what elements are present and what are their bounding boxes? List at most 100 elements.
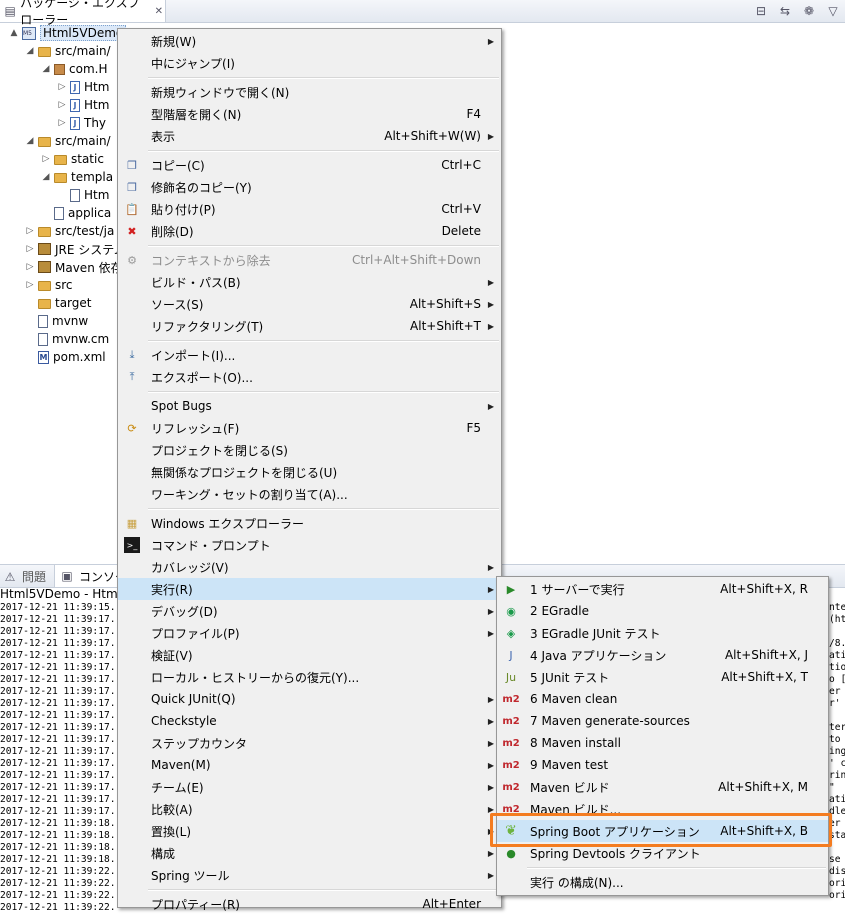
- expand-toggle-icon[interactable]: ▷: [24, 262, 36, 272]
- tree-item[interactable]: ▷ J Htm: [56, 78, 110, 96]
- menu-item[interactable]: ◉ 2 EGradle: [497, 600, 828, 622]
- tree-item[interactable]: ▷ src/test/ja: [24, 222, 115, 240]
- tree-item[interactable]: mvnw.cm: [24, 330, 109, 348]
- focus-task-icon[interactable]: ❁: [801, 3, 817, 19]
- menu-item[interactable]: m2 6 Maven clean: [497, 688, 828, 710]
- tree-item[interactable]: Htm: [56, 186, 109, 204]
- menu-item[interactable]: 型階層を開く(N) F4: [118, 103, 501, 125]
- menu-item-label: 置換(L): [151, 824, 192, 839]
- tree-item[interactable]: ◢ com.H: [40, 60, 108, 78]
- menu-item[interactable]: ⟳ リフレッシュ(F) F5: [118, 417, 501, 439]
- close-icon[interactable]: ✕: [153, 3, 165, 19]
- menu-item[interactable]: Spring ツール ▶: [118, 864, 501, 886]
- tree-item[interactable]: ◢ templa: [40, 168, 114, 186]
- menu-item[interactable]: Maven(M) ▶: [118, 754, 501, 776]
- menu-item[interactable]: Spot Bugs ▶: [118, 395, 501, 417]
- menu-item[interactable]: ステップカウンタ ▶: [118, 732, 501, 754]
- menu-item[interactable]: ⤒ エクスポート(O)...: [118, 366, 501, 388]
- tree-item[interactable]: applica: [40, 204, 111, 222]
- menu-item[interactable]: 実行(R) ▶: [118, 578, 501, 600]
- menu-item[interactable]: ⤓ インポート(I)...: [118, 344, 501, 366]
- menu-item[interactable]: m2 7 Maven generate-sources: [497, 710, 828, 732]
- menu-item[interactable]: 中にジャンプ(I): [118, 52, 501, 74]
- menu-item[interactable]: ✖ 削除(D) Delete: [118, 220, 501, 242]
- menu-item[interactable]: m2 Maven ビルド Alt+Shift+X, M: [497, 776, 828, 798]
- menu-item[interactable]: ビルド・パス(B) ▶: [118, 271, 501, 293]
- submenu-arrow-icon: ▶: [487, 716, 494, 726]
- menu-item[interactable]: カバレッジ(V) ▶: [118, 556, 501, 578]
- menu-item[interactable]: デバッグ(D) ▶: [118, 600, 501, 622]
- menu-item-shortcut: Alt+Shift+S: [409, 297, 481, 311]
- menu-item[interactable]: ❐ 修飾名のコピー(Y): [118, 176, 501, 198]
- menu-item[interactable]: 比較(A) ▶: [118, 798, 501, 820]
- menu-item[interactable]: プロジェクトを閉じる(S): [118, 439, 501, 461]
- tree-item-label: com.H: [69, 62, 108, 76]
- menu-item[interactable]: チーム(E) ▶: [118, 776, 501, 798]
- expand-toggle-icon[interactable]: ▷: [24, 280, 36, 290]
- expand-toggle-icon[interactable]: ▷: [40, 154, 52, 164]
- menu-item-label: 削除(D): [151, 224, 194, 239]
- menu-item[interactable]: m2 8 Maven install: [497, 732, 828, 754]
- tree-item[interactable]: Mpom.xml: [24, 348, 106, 366]
- menu-item[interactable]: 構成 ▶: [118, 842, 501, 864]
- tree-item[interactable]: ▷ Maven 依存: [24, 258, 123, 276]
- menu-item[interactable]: プロファイル(P) ▶: [118, 622, 501, 644]
- expand-toggle-icon[interactable]: ◢: [40, 172, 52, 182]
- console-line: 2017-12-21 11:39:18.: [0, 842, 116, 853]
- expand-toggle-icon[interactable]: ▷: [24, 226, 36, 236]
- view-menu-icon[interactable]: ▽: [825, 3, 841, 19]
- menu-item[interactable]: Ju 5 JUnit テスト Alt+Shift+X, T: [497, 666, 828, 688]
- expand-toggle-icon[interactable]: ▷: [56, 100, 68, 110]
- m2-icon: m2: [502, 693, 520, 705]
- menu-item[interactable]: 📋 貼り付け(P) Ctrl+V: [118, 198, 501, 220]
- console-line-tail: (ht: [829, 614, 845, 625]
- tree-item[interactable]: mvnw: [24, 312, 88, 330]
- menu-item[interactable]: ◈ 3 EGradle JUnit テスト: [497, 622, 828, 644]
- console-line: 2017-12-21 11:39:17.: [0, 614, 116, 625]
- collapse-all-icon[interactable]: ⊟: [753, 3, 769, 19]
- menu-item[interactable]: 無関係なプロジェクトを閉じる(U): [118, 461, 501, 483]
- menu-item[interactable]: Checkstyle ▶: [118, 710, 501, 732]
- menu-item[interactable]: Quick JUnit(Q) ▶: [118, 688, 501, 710]
- menu-item[interactable]: 置換(L) ▶: [118, 820, 501, 842]
- console-line: 2017-12-21 11:39:17.: [0, 638, 116, 649]
- expand-toggle-icon[interactable]: ▷: [24, 244, 36, 254]
- tree-item[interactable]: target: [24, 294, 92, 312]
- link-with-editor-icon[interactable]: ⇆: [777, 3, 793, 19]
- menu-item[interactable]: 表示 Alt+Shift+W(W) ▶: [118, 125, 501, 147]
- menu-item[interactable]: ▦ Windows エクスプローラー: [118, 512, 501, 534]
- menu-item[interactable]: ローカル・ヒストリーからの復元(Y)...: [118, 666, 501, 688]
- menu-item[interactable]: プロパティー(R) Alt+Enter: [118, 893, 501, 915]
- tree-item[interactable]: ◢ src/main/: [24, 42, 111, 60]
- menu-item[interactable]: リファクタリング(T) Alt+Shift+T ▶: [118, 315, 501, 337]
- expand-toggle-icon[interactable]: ▲: [8, 28, 20, 38]
- expand-toggle-icon[interactable]: ◢: [24, 46, 36, 56]
- tab-problems[interactable]: ⚠ 問題: [2, 568, 46, 585]
- tree-item[interactable]: ▷ static: [40, 150, 104, 168]
- tree-item[interactable]: ▲ M5 Html5VDemo: [8, 24, 127, 42]
- expand-toggle-icon[interactable]: ◢: [40, 64, 52, 74]
- menu-item[interactable]: ソース(S) Alt+Shift+S ▶: [118, 293, 501, 315]
- tree-item-label: Htm: [84, 188, 110, 202]
- tree-item[interactable]: ▷ J Htm: [56, 96, 110, 114]
- menu-item[interactable]: ワーキング・セットの割り当て(A)...: [118, 483, 501, 505]
- expand-toggle-icon[interactable]: ▷: [56, 82, 68, 92]
- expand-toggle-icon[interactable]: ◢: [24, 136, 36, 146]
- menu-item[interactable]: 新規ウィンドウで開く(N): [118, 81, 501, 103]
- package-explorer-tab[interactable]: ▤ パッケージ・エクスプローラー ✕: [0, 0, 166, 27]
- tree-item[interactable]: ▷ J Thy: [56, 114, 107, 132]
- menu-item[interactable]: ❐ コピー(C) Ctrl+C: [118, 154, 501, 176]
- menu-item-label: 6 Maven clean: [530, 692, 618, 706]
- menu-item[interactable]: 実行 の構成(N)...: [497, 871, 828, 893]
- tree-item[interactable]: ◢ src/main/: [24, 132, 111, 150]
- menu-item[interactable]: J 4 Java アプリケーション Alt+Shift+X, J: [497, 644, 828, 666]
- expand-toggle-icon[interactable]: ▷: [56, 118, 68, 128]
- menu-item[interactable]: 検証(V): [118, 644, 501, 666]
- console-line: 2017-12-21 11:39:17.: [0, 734, 116, 745]
- menu-item[interactable]: 新規(W) ▶: [118, 30, 501, 52]
- menu-item[interactable]: m2 9 Maven test: [497, 754, 828, 776]
- tree-item[interactable]: ▷ src: [24, 276, 73, 294]
- menu-item[interactable]: ▶ 1 サーバーで実行 Alt+Shift+X, R: [497, 578, 828, 600]
- tree-item[interactable]: ▷ JRE システム: [24, 240, 126, 258]
- menu-item[interactable]: >_ コマンド・プロンプト: [118, 534, 501, 556]
